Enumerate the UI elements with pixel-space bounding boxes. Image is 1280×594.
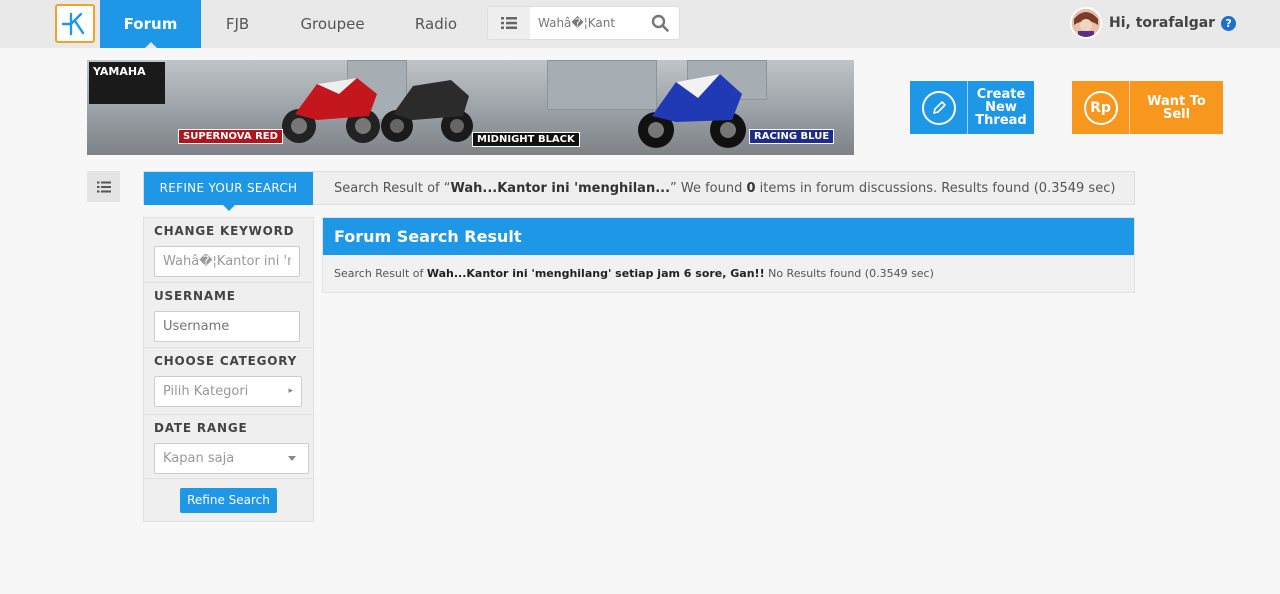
username-label: USERNAME	[154, 289, 236, 303]
blue-motorcycle-icon	[638, 74, 746, 148]
keyword-input[interactable]	[154, 246, 300, 277]
result-message: Search Result of Wah...Kantor ini 'mengh…	[323, 267, 1134, 280]
pencil-icon	[921, 90, 956, 125]
result-summary: Search Result of “Wah...Kantor ini 'meng…	[334, 172, 1115, 205]
search-input[interactable]	[538, 7, 633, 39]
category-select-value: Pilih Kategori	[163, 384, 249, 399]
username-input[interactable]	[154, 311, 300, 342]
rupiah-icon: Rp	[1083, 90, 1118, 125]
banner-tag-blue: RACING BLUE	[749, 129, 835, 144]
create-thread-button[interactable]: Create New Thread	[910, 81, 1034, 134]
sidebar-toggle-button[interactable]	[87, 171, 120, 202]
nav-forum[interactable]: Forum	[100, 0, 201, 48]
top-navbar: Forum FJB Groupee Radio Hi, torafalgar	[0, 0, 1280, 48]
result-summary-query: Wah...Kantor ini 'menghilan...	[450, 181, 671, 196]
chevron-right-icon: ▸	[288, 386, 293, 396]
result-message-suffix: No Results found (0.3549 sec)	[764, 267, 934, 280]
want-to-sell-label: Want To Sell	[1147, 93, 1206, 122]
list-icon	[96, 181, 111, 192]
search-box	[487, 6, 680, 40]
tab-refine-search[interactable]: REFINE YOUR SEARCH	[144, 172, 313, 211]
keyword-label: CHANGE KEYWORD	[154, 224, 295, 238]
refine-username-section: USERNAME	[144, 283, 313, 348]
banner-brand-text: YAMAHA	[93, 65, 146, 78]
help-icon[interactable]: ?	[1221, 15, 1237, 31]
forum-search-result: Forum Search Result Search Result of Wah…	[322, 217, 1135, 293]
kaskus-logo-icon[interactable]	[55, 4, 95, 43]
category-select[interactable]: Pilih Kategori ▸	[154, 376, 302, 407]
search-result-bar: REFINE YOUR SEARCH Search Result of “Wah…	[143, 171, 1135, 211]
refine-date-section: DATE RANGE Kapan saja	[144, 415, 313, 479]
nav-fjb[interactable]: FJB	[205, 0, 270, 48]
refine-panel: CHANGE KEYWORD USERNAME CHOOSE CATEGORY …	[143, 217, 314, 522]
refine-keyword-section: CHANGE KEYWORD	[144, 218, 313, 283]
refine-search-button[interactable]: Refine Search	[180, 488, 277, 513]
search-icon[interactable]	[651, 14, 669, 32]
category-label: CHOOSE CATEGORY	[154, 354, 298, 368]
result-summary-prefix: Search Result of “	[334, 181, 451, 196]
result-summary-count: 0	[746, 181, 756, 196]
caret-down-icon	[288, 456, 296, 461]
result-summary-middle: ” We found	[670, 181, 747, 196]
banner-tag-black: MIDNIGHT BLACK	[472, 132, 580, 147]
avatar[interactable]	[1070, 7, 1102, 39]
search-category-button[interactable]	[488, 7, 530, 39]
user-menu[interactable]: Hi, torafalgar ?	[1070, 6, 1237, 40]
red-motorcycle-icon	[282, 78, 380, 143]
want-to-sell-button[interactable]: Rp Want To Sell	[1072, 81, 1223, 134]
promo-banner[interactable]: YAMAHA SUPERNOVA RED MIDNIGHT BLACK RACI…	[87, 60, 854, 155]
date-range-label: DATE RANGE	[154, 421, 248, 435]
list-icon	[501, 17, 517, 29]
result-summary-suffix: items in forum discussions. Results foun…	[755, 181, 1116, 196]
black-motorcycle-icon	[381, 80, 473, 142]
user-greeting[interactable]: Hi, torafalgar	[1109, 15, 1215, 31]
result-message-prefix: Search Result of	[334, 267, 427, 280]
result-title: Forum Search Result	[323, 218, 1134, 255]
date-range-select[interactable]: Kapan saja	[154, 443, 309, 474]
result-message-query: Wah...Kantor ini 'menghilang' setiap jam…	[426, 267, 765, 280]
date-range-value: Kapan saja	[163, 451, 235, 466]
nav-radio[interactable]: Radio	[400, 0, 472, 48]
refine-category-section: CHOOSE CATEGORY Pilih Kategori ▸	[144, 348, 313, 415]
create-thread-label: Create New Thread	[975, 87, 1027, 128]
banner-tag-red: SUPERNOVA RED	[178, 129, 283, 144]
banner-brand-logo: YAMAHA	[89, 62, 165, 104]
nav-groupee[interactable]: Groupee	[285, 0, 380, 48]
